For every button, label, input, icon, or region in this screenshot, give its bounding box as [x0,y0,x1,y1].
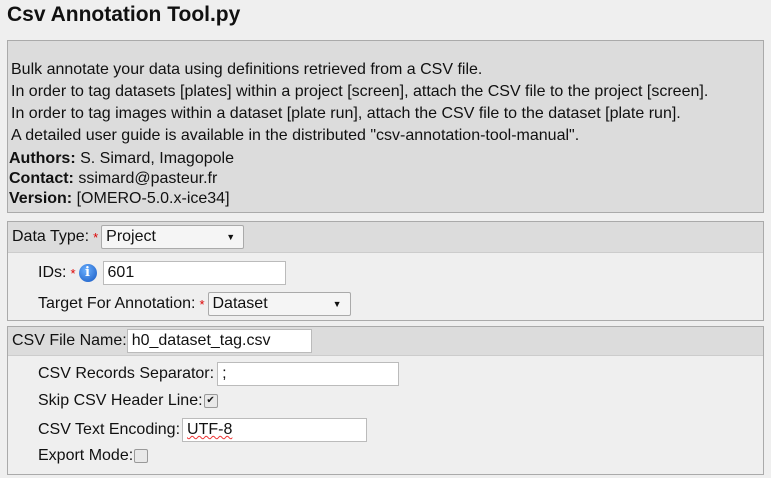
export-mode-label: Export Mode: [38,447,134,464]
contact-label: Contact: [9,170,74,187]
separator-input[interactable]: ; [217,362,400,386]
encoding-input[interactable]: UTF-8 [182,418,368,442]
contact: Contact: ssimard@pasteur.fr [9,169,763,189]
data-type-label: Data Type: [12,228,90,245]
version-value: [OMERO-5.0.x-ice34] [76,190,230,207]
data-type-value: Project [106,228,156,245]
intro-line: In order to tag images within a dataset … [11,105,681,122]
description-panel: Bulk annotate your data using definition… [7,40,764,213]
csv-file-input[interactable]: h0_dataset_tag.csv [126,329,312,353]
intro-line: In order to tag datasets [plates] within… [11,83,709,100]
chevron-down-icon: ▼ [332,299,342,309]
target-label: Target For Annotation: [38,295,196,312]
skip-header-checkbox[interactable]: ✔ [203,394,218,408]
intro-line: A detailed user guide is available in th… [11,127,580,144]
csv-file-label: CSV File Name: [12,332,127,349]
info-icon[interactable]: i [78,264,97,282]
skip-header-label: Skip CSV Header Line: [38,392,203,409]
target-value: Dataset [212,295,268,312]
data-type-select[interactable]: Project ▼ [101,225,245,249]
intro-line: Bulk annotate your data using definition… [11,61,483,78]
page-title: Csv Annotation Tool.py [7,3,241,26]
chevron-down-icon: ▼ [226,232,236,242]
encoding-value: UTF-8 [187,421,233,438]
version: Version: [OMERO-5.0.x-ice34] [9,189,763,209]
authors: Authors: S. Simard, Imagopole [9,149,763,169]
required-marker: * [199,296,205,312]
data-type-section: Data Type: * Project ▼ IDs: * i 601 Target … [7,221,764,321]
version-label: Version: [9,190,73,207]
target-select[interactable]: Dataset ▼ [207,292,351,316]
authors-label: Authors: [9,150,76,167]
csv-section: CSV File Name: h0_dataset_tag.csv CSV Re… [7,326,764,475]
contact-value: ssimard@pasteur.fr [78,170,218,187]
required-marker: * [93,229,99,245]
required-marker: * [70,265,76,281]
separator-label: CSV Records Separator: [38,365,215,382]
export-mode-checkbox[interactable] [134,449,149,463]
ids-label: IDs: [38,264,67,281]
encoding-label: CSV Text Encoding: [38,421,181,438]
ids-input[interactable]: 601 [102,261,286,285]
authors-value: S. Simard, Imagopole [80,150,234,167]
